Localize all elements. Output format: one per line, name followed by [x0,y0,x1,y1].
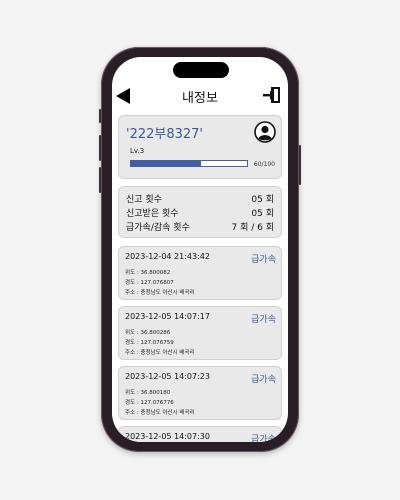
logout-icon[interactable] [262,85,282,105]
license-plate: '222부8327' [126,127,204,142]
event-type: 급가속 [251,435,276,442]
event-address: 주소 : 충청남도 아산시 배곡리 [125,410,195,416]
event-longitude: 경도 : 127.076807 [125,280,174,286]
side-button-left-1 [99,109,101,123]
event-address: 주소 : 충청남도 아산시 배곡리 [125,290,195,296]
stage: 내정보 '222부8327' Lv.3 60/100 신고 횟수 05 회 신고… [0,0,400,500]
stat-value: 05 회 [251,195,274,205]
stat-row-reported: 신고받은 횟수 05 회 [126,206,274,219]
event-card[interactable]: 2023-12-05 14:07:23 급가속 위도 : 36.800180 경… [118,366,282,420]
event-type: 급가속 [251,375,276,385]
side-button-left-3 [99,167,101,193]
stat-value: 05 회 [251,209,274,219]
event-datetime: 2023-12-05 14:07:30 [125,432,210,441]
app-header: 내정보 [112,85,288,107]
event-datetime: 2023-12-05 14:07:17 [125,312,210,321]
event-longitude: 경도 : 127.076776 [125,400,174,406]
level-label: Lv.3 [130,147,145,155]
event-datetime: 2023-12-05 14:07:23 [125,372,210,381]
stats-card: 신고 횟수 05 회 신고받은 횟수 05 회 급가속/감속 횟수 7 회 / … [118,186,282,238]
event-card[interactable]: 2023-12-05 14:07:17 급가속 위도 : 36.800286 경… [118,306,282,360]
level-progress-fill [131,161,201,166]
event-address: 주소 : 충청남도 아산시 배곡리 [125,350,195,356]
dynamic-island [173,62,229,78]
event-longitude: 경도 : 127.076759 [125,340,174,346]
event-card[interactable]: 2023-12-04 21:43:42 급가속 위도 : 36.800082 경… [118,246,282,300]
event-card[interactable]: 2023-12-05 14:07:30 급가속 [118,426,282,442]
stat-label: 신고받은 횟수 [126,209,179,219]
phone-screen: 내정보 '222부8327' Lv.3 60/100 신고 횟수 05 회 신고… [112,57,288,442]
side-button-right [299,145,301,185]
stat-label: 신고 횟수 [126,195,162,205]
event-datetime: 2023-12-04 21:43:42 [125,252,210,261]
stat-row-reports: 신고 횟수 05 회 [126,192,274,205]
event-type: 급가속 [251,255,276,265]
event-latitude: 위도 : 36.800286 [125,330,171,336]
stat-value: 7 회 / 6 회 [231,223,275,233]
stat-row-accel-decel: 급가속/감속 횟수 7 회 / 6 회 [126,220,274,233]
user-avatar-icon[interactable] [254,121,276,143]
profile-card: '222부8327' Lv.3 60/100 [118,115,282,179]
level-progress-bar [130,160,248,167]
event-type: 급가속 [251,315,276,325]
side-button-left-2 [99,135,101,161]
event-latitude: 위도 : 36.800082 [125,270,171,276]
stat-label: 급가속/감속 횟수 [126,223,190,233]
event-latitude: 위도 : 36.800180 [125,390,171,396]
level-progress-text: 60/100 [253,161,275,168]
phone-frame: 내정보 '222부8327' Lv.3 60/100 신고 횟수 05 회 신고… [99,47,301,452]
